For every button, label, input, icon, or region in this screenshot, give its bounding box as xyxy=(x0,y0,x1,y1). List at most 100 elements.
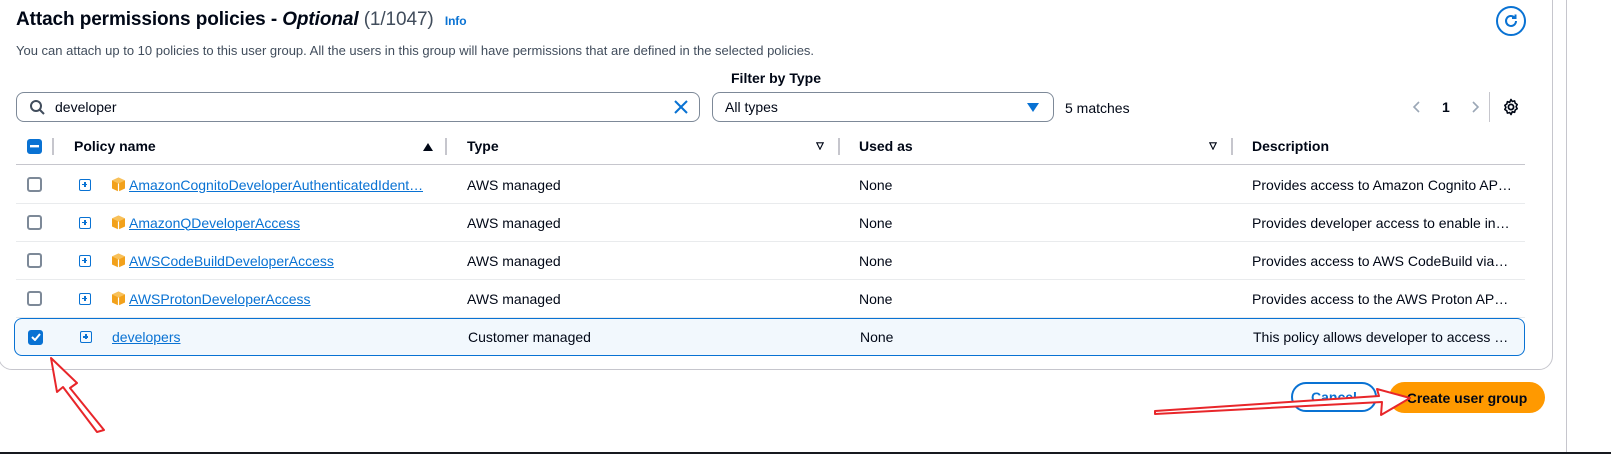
policy-name-cell: developers xyxy=(112,319,442,355)
expand-icon[interactable] xyxy=(79,254,91,267)
policy-type: AWS managed xyxy=(467,214,561,231)
policy-description: Provides developer access to enable in… xyxy=(1252,204,1512,241)
column-header-type[interactable]: Type xyxy=(467,128,827,164)
search-field[interactable] xyxy=(16,92,700,122)
policy-name-link[interactable]: developers xyxy=(112,329,181,345)
policy-name-link[interactable]: AWSCodeBuildDeveloperAccess xyxy=(129,253,334,269)
row-checkbox-cell xyxy=(27,166,45,203)
sort-icon xyxy=(1209,142,1217,150)
create-user-group-button[interactable]: Create user group xyxy=(1389,382,1545,413)
row-checkbox[interactable] xyxy=(27,177,42,192)
type-filter-select[interactable]: All types xyxy=(712,92,1054,122)
row-checkbox-cell xyxy=(27,204,45,241)
page-divider xyxy=(1566,0,1567,454)
policy-used-as: None xyxy=(860,329,894,345)
policy-name-cell: AmazonQDeveloperAccess xyxy=(111,204,441,241)
title-optional: Optional xyxy=(282,9,359,30)
sort-icon xyxy=(816,142,824,150)
policy-description-text: Provides developer access to enable in… xyxy=(1252,214,1510,231)
column-divider[interactable] xyxy=(52,138,54,155)
expand-cell xyxy=(80,319,92,355)
policy-used-as: None xyxy=(859,252,893,269)
title-text: Attach permissions policies - xyxy=(16,9,283,30)
table-row[interactable]: AWSCodeBuildDeveloperAccess AWS managed … xyxy=(16,242,1525,280)
column-header-description[interactable]: Description xyxy=(1252,128,1512,164)
policy-name-cell: AWSProtonDeveloperAccess xyxy=(111,280,441,317)
table-row[interactable]: AmazonCognitoDeveloperAuthenticatedIdent… xyxy=(16,166,1525,204)
aws-managed-icon xyxy=(111,215,126,230)
aws-managed-icon xyxy=(111,177,126,192)
pagination: 1 xyxy=(1410,96,1482,118)
caret-down-icon xyxy=(1027,103,1039,112)
policy-description-text: Provides access to Amazon Cognito AP… xyxy=(1252,176,1512,193)
policy-name-link[interactable]: AmazonCognitoDeveloperAuthenticatedIdent… xyxy=(129,177,423,193)
refresh-button[interactable] xyxy=(1496,6,1526,36)
bottom-border xyxy=(0,452,1611,454)
policy-description-text: This policy allows developer to access … xyxy=(1253,329,1509,345)
search-input[interactable] xyxy=(53,98,657,116)
select-all-checkbox[interactable] xyxy=(27,138,42,154)
row-checkbox-cell xyxy=(27,280,45,317)
expand-cell xyxy=(79,280,91,317)
sort-ascending-icon xyxy=(423,143,433,151)
policy-description-text: Provides access to AWS CodeBuild via … xyxy=(1252,252,1512,269)
policy-name-cell: AWSCodeBuildDeveloperAccess xyxy=(111,242,441,279)
policy-type: AWS managed xyxy=(467,252,561,269)
policy-description: Provides access to AWS CodeBuild via … xyxy=(1252,242,1512,279)
expand-cell xyxy=(79,166,91,203)
policy-used-as: None xyxy=(859,290,893,307)
select-all-cell xyxy=(27,128,45,164)
expand-icon[interactable] xyxy=(80,331,92,343)
column-header-used-as[interactable]: Used as xyxy=(859,128,1219,164)
policy-type: AWS managed xyxy=(467,290,561,307)
aws-managed-icon xyxy=(111,253,126,268)
row-checkbox-cell xyxy=(28,319,46,355)
row-checkbox[interactable] xyxy=(27,253,42,268)
column-divider[interactable] xyxy=(838,138,840,155)
table-row-selected[interactable]: developers Customer managed None This po… xyxy=(14,318,1525,356)
table-row[interactable]: AmazonQDeveloperAccess AWS managed None … xyxy=(16,204,1525,242)
expand-icon[interactable] xyxy=(79,292,91,305)
filter-by-type-label: Filter by Type xyxy=(731,70,821,86)
policy-description: Provides access to the AWS Proton API… xyxy=(1252,280,1512,317)
type-filter-value: All types xyxy=(725,99,778,115)
chevron-right-icon[interactable] xyxy=(1468,100,1482,114)
pager-divider xyxy=(1489,92,1490,122)
expand-cell xyxy=(79,242,91,279)
gear-icon[interactable] xyxy=(1502,98,1520,116)
page-description: You can attach up to 10 policies to this… xyxy=(16,43,815,58)
row-checkbox-cell xyxy=(27,242,45,279)
current-page[interactable]: 1 xyxy=(1442,99,1450,115)
search-icon xyxy=(29,99,45,115)
table-row[interactable]: AWSProtonDeveloperAccess AWS managed Non… xyxy=(16,280,1525,318)
column-divider[interactable] xyxy=(445,138,447,155)
info-link[interactable]: Info xyxy=(445,14,467,28)
policy-used-as: None xyxy=(859,214,893,231)
row-checkbox[interactable] xyxy=(27,215,42,230)
column-divider[interactable] xyxy=(1231,138,1233,155)
policy-name-link[interactable]: AWSProtonDeveloperAccess xyxy=(129,291,311,307)
table-header: Policy name Type Used as Description xyxy=(16,128,1525,165)
policy-used-as: None xyxy=(859,176,893,193)
row-checkbox-checked[interactable] xyxy=(28,329,43,345)
cancel-button[interactable]: Cancel xyxy=(1291,382,1377,412)
expand-icon[interactable] xyxy=(79,216,91,229)
policy-name-cell: AmazonCognitoDeveloperAuthenticatedIdent… xyxy=(111,166,441,203)
policy-name-link[interactable]: AmazonQDeveloperAccess xyxy=(129,215,300,231)
policy-count: (1/1047) xyxy=(363,9,434,30)
page-title: Attach permissions policies - Optional (… xyxy=(16,9,467,31)
expand-icon[interactable] xyxy=(79,178,91,191)
policy-description: This policy allows developer to access … xyxy=(1253,319,1513,355)
policy-type: AWS managed xyxy=(467,176,561,193)
policy-type: Customer managed xyxy=(468,329,591,345)
policy-description-text: Provides access to the AWS Proton API… xyxy=(1252,290,1512,307)
matches-count: 5 matches xyxy=(1065,100,1130,116)
aws-managed-icon xyxy=(111,291,126,306)
policy-description: Provides access to Amazon Cognito AP… xyxy=(1252,166,1512,203)
chevron-left-icon[interactable] xyxy=(1410,100,1424,114)
row-checkbox[interactable] xyxy=(27,291,42,306)
column-header-policy-name[interactable]: Policy name xyxy=(74,128,454,164)
clear-search-icon[interactable] xyxy=(673,99,689,115)
expand-cell xyxy=(79,204,91,241)
refresh-icon xyxy=(1505,14,1517,27)
